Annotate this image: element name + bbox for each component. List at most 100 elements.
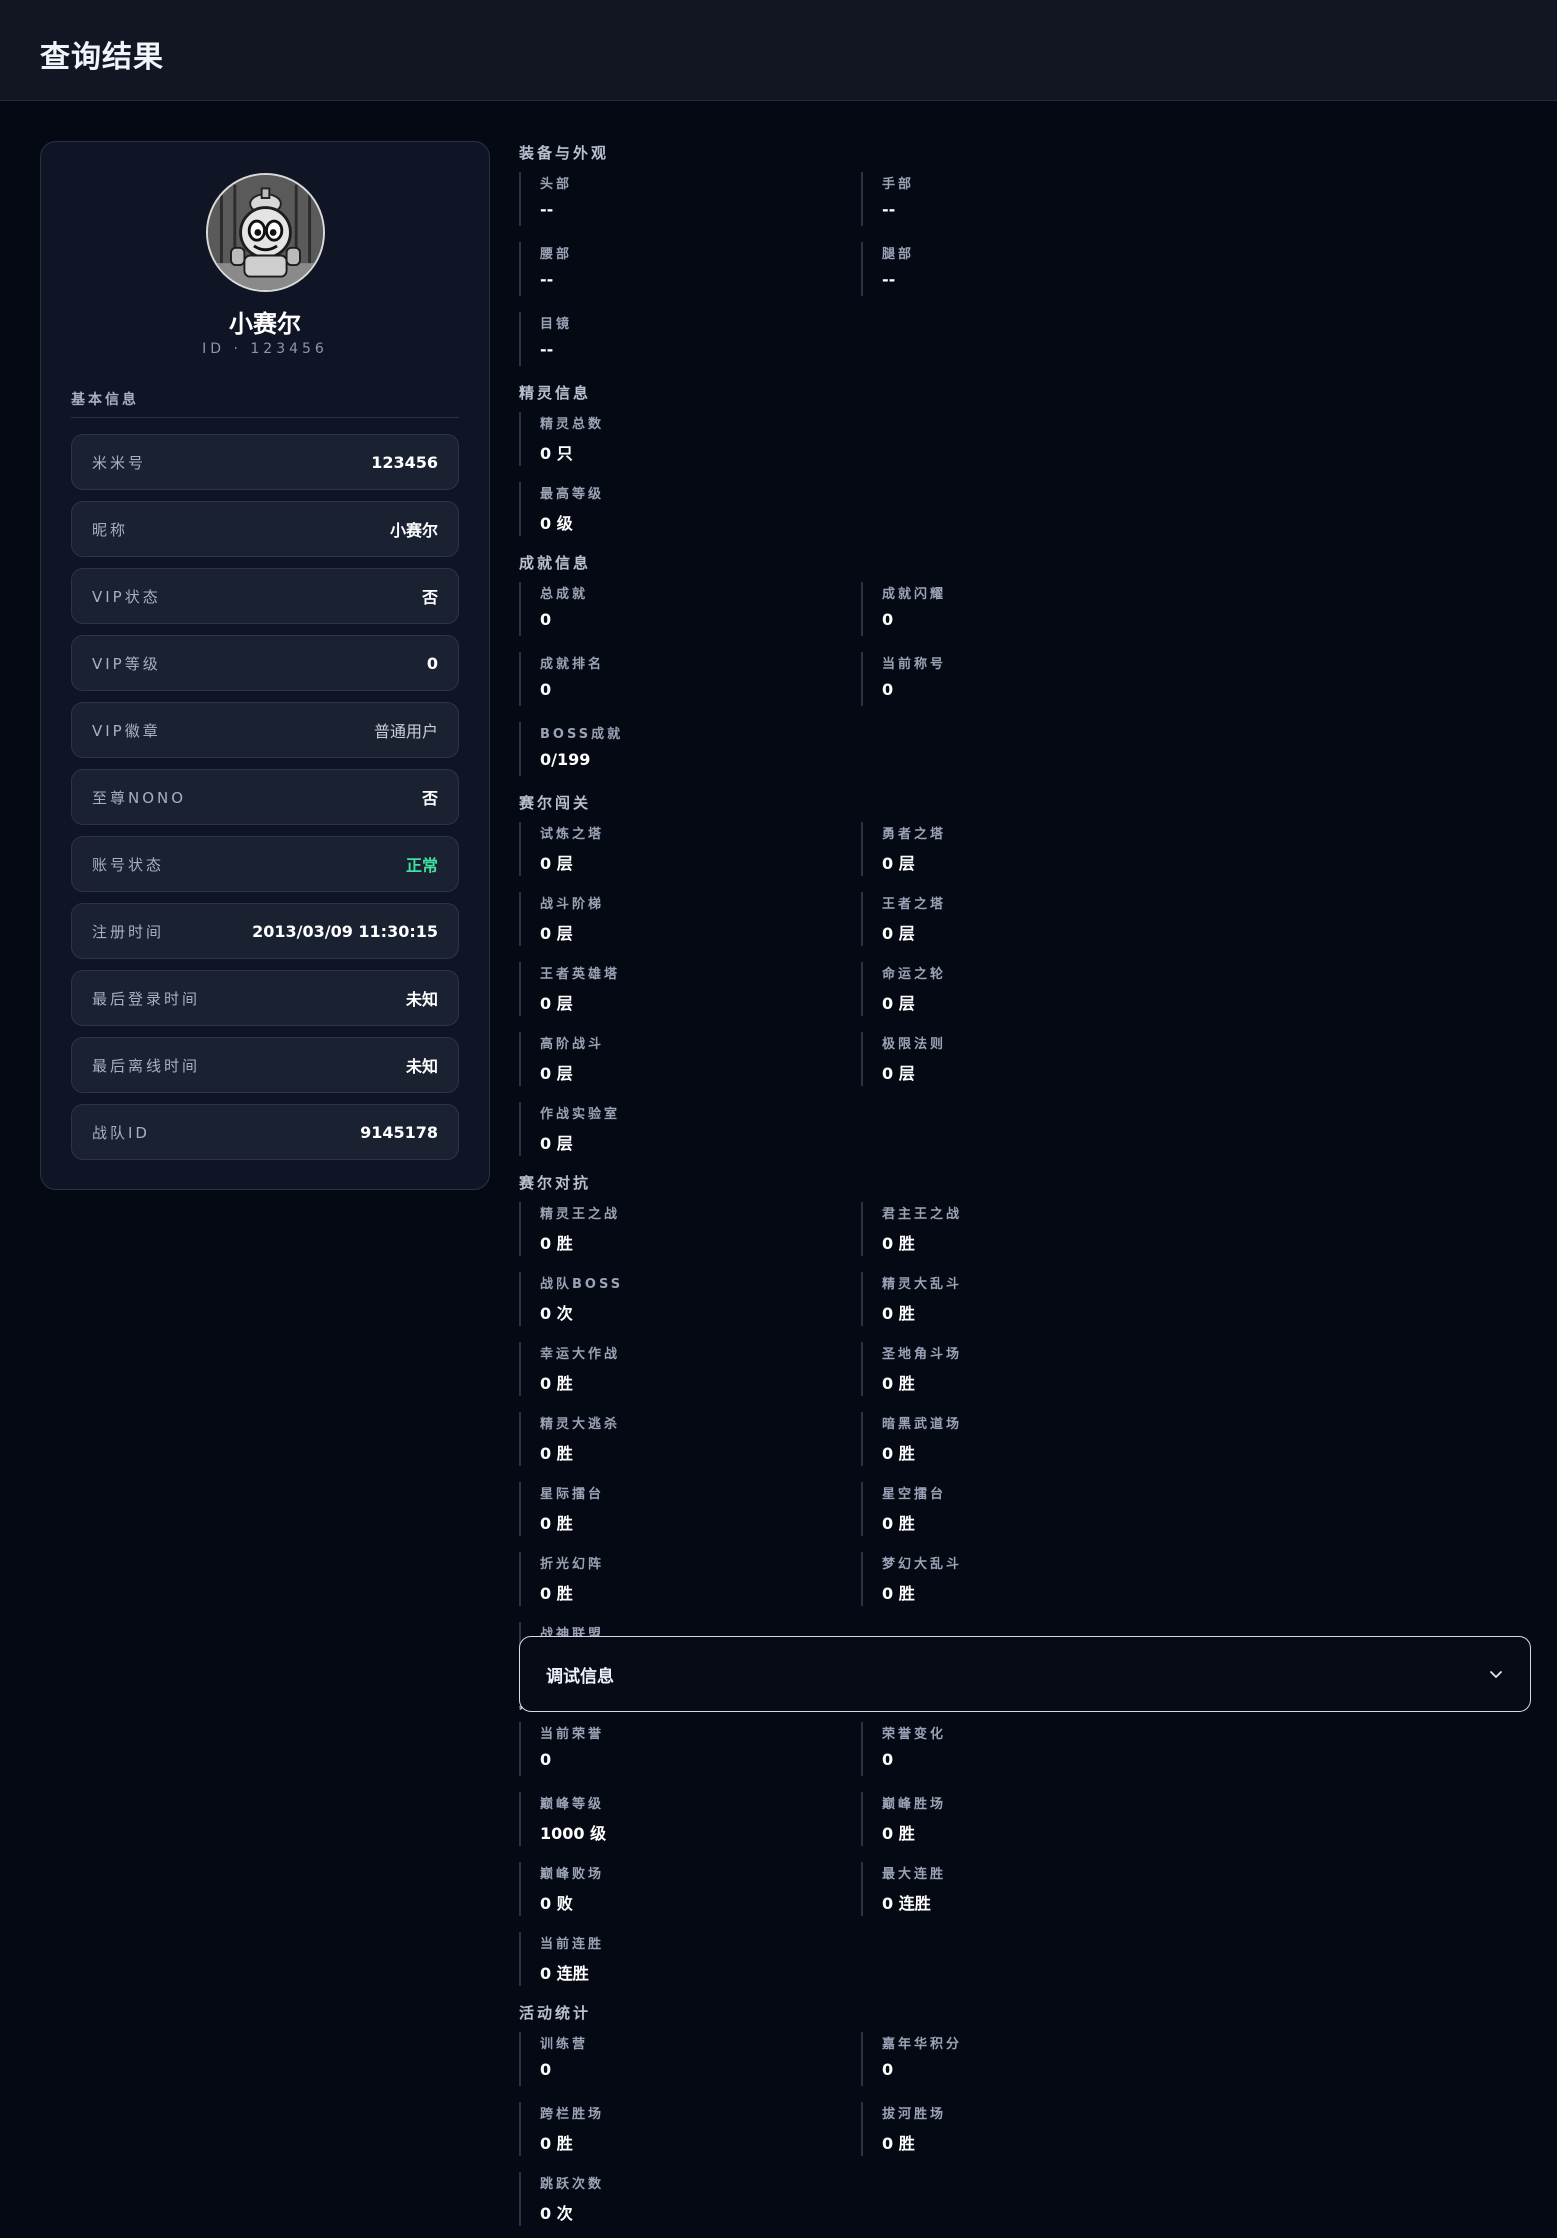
section-title: 赛尔对抗 [519,1174,592,1192]
stat-label: 当前称号 [882,657,947,672]
stat-item: 嘉年华积分 0 [861,2032,1203,2086]
info-row: 米米号 123456 [71,434,459,490]
stat-item: 荣誉变化 0 [861,1722,1203,1776]
stat-label: 君主王之战 [882,1207,963,1222]
stat-item: 星空擂台 0 胜 [861,1482,1203,1536]
stat-label: 荣誉变化 [882,1727,947,1742]
stat-item: 当前荣誉 0 [519,1722,861,1776]
stat-item: 梦幻大乱斗 0 胜 [861,1552,1203,1606]
stat-item: 巅峰胜场 0 胜 [861,1792,1203,1846]
stats-section: 赛尔对抗 精灵王之战 0 胜君主王之战 0 胜战队BOSS 0 次精灵大乱斗 0 胜幸运大… [519,1168,1531,1688]
stat-value: 0 胜 [540,1584,573,1603]
info-row: 战队ID 9145178 [71,1104,459,1160]
stat-value: 0 胜 [882,1234,915,1253]
stat-value: 0/199 [540,750,591,769]
stats-grid: 试炼之塔 0 层勇者之塔 0 层战斗阶梯 0 层王者之塔 0 层王者英雄塔 0 层命运之轮… [519,818,1531,1168]
stat-label: 巅峰胜场 [882,1797,947,1812]
stat-value: 0 只 [540,444,573,463]
stat-value: 0 层 [540,994,573,1013]
stat-item: 手部 -- [861,172,1203,226]
stat-label: 王者之塔 [882,897,947,912]
details-panel: 装备与外观 头部 -- 手部 -- 腰部 -- 腿部 -- 目镜 -- 精灵信息 精灵总数 0 只最高等级… [519,138,1531,2238]
stat-value: 0 胜 [882,1584,915,1603]
section-title: 装备与外观 [519,144,610,162]
stat-value: 0 层 [882,924,915,943]
stat-item: 最大连胜 0 连胜 [861,1862,1203,1916]
stat-label: 精灵大乱斗 [882,1277,963,1292]
stat-value: 0 级 [540,514,573,533]
stat-item: 战队BOSS 0 次 [519,1272,861,1326]
stats-grid: 精灵总数 0 只最高等级 0 级 [519,408,1531,548]
stat-label: 暗黑武道场 [882,1417,963,1432]
stat-item: 当前称号 0 [861,652,1203,706]
stat-item: 君主王之战 0 胜 [861,1202,1203,1256]
stat-label: 幸运大作战 [540,1347,621,1362]
stat-item: 腿部 -- [861,242,1203,296]
stat-label: 精灵总数 [540,417,605,432]
info-row: 最后登录时间 未知 [71,970,459,1026]
profile-name: 小赛尔 [229,310,301,338]
info-row-value: 小赛尔 [389,521,438,540]
stat-value: -- [882,200,896,219]
info-row: 账号状态 正常 [71,836,459,892]
stat-value: 0 胜 [882,1824,915,1843]
section-title: 活动统计 [519,2004,592,2022]
stat-label: 高阶战斗 [540,1037,605,1052]
top-bar: 查询结果 [0,0,1557,101]
stat-value: 0 败 [540,1894,573,1913]
stat-value: -- [540,270,554,289]
stat-item: 极限法则 0 层 [861,1032,1203,1086]
stat-label: 精灵王之战 [540,1207,621,1222]
stat-item: 幸运大作战 0 胜 [519,1342,861,1396]
stat-label: 巅峰等级 [540,1797,605,1812]
stat-value: 0 [882,680,894,699]
stat-label: 跳跃次数 [540,2177,605,2192]
stat-item: 精灵总数 0 只 [519,412,1033,466]
stat-label: 折光幻阵 [540,1557,605,1572]
section-title: 赛尔闯关 [519,794,592,812]
profile-card: 小赛尔 ID · 123456 基本信息 米米号 123456 昵称 小赛尔 VIP状态… [40,141,490,1190]
stat-value: 0 胜 [540,1374,573,1393]
stat-item: 巅峰等级 1000 级 [519,1792,861,1846]
stat-label: 成就排名 [540,657,605,672]
divider [71,417,459,418]
stat-item: 精灵大乱斗 0 胜 [861,1272,1203,1326]
stat-label: 成就闪耀 [882,587,947,602]
stat-label: 拔河胜场 [882,2107,947,2122]
stats-grid: 训练营 0 嘉年华积分 0 跨栏胜场 0 胜 拔河胜场 0 胜跳跃次数 0 次 [519,2028,1531,2238]
stat-item: 高阶战斗 0 层 [519,1032,861,1086]
stats-grid: 精灵王之战 0 胜君主王之战 0 胜战队BOSS 0 次精灵大乱斗 0 胜幸运大作战 0 … [519,1198,1531,1688]
info-row-value: 普通用户 [373,722,438,741]
stats-section: 装备与外观 头部 -- 手部 -- 腰部 -- 腿部 -- 目镜 -- [519,138,1531,378]
stat-value: -- [882,270,896,289]
stat-value: 0 胜 [882,1374,915,1393]
stat-value: 0 胜 [882,1444,915,1463]
stat-value: 0 胜 [540,1514,573,1533]
stat-value: 0 胜 [540,2134,573,2153]
stat-item: 当前连胜 0 连胜 [519,1932,861,1986]
info-row-value: 9145178 [360,1122,438,1142]
info-row: VIP徽章 普通用户 [71,702,459,758]
stat-item: 试炼之塔 0 层 [519,822,861,876]
info-row-label: 最后登录时间 [92,989,201,1008]
stats-section: 活动统计 训练营 0 嘉年华积分 0 跨栏胜场 0 胜 拔河胜场 0 胜跳跃次数 0 次 [519,1998,1531,2238]
debug-info-label: 调试信息 [546,1666,614,1687]
stats-section: 成就信息 总成就 0 成就闪耀 0 成就排名 0 当前称号 0 BOSS成就 0/199 [519,548,1531,788]
stat-label: 巅峰败场 [540,1867,605,1882]
stat-item: BOSS成就 0/199 [519,722,861,776]
info-row-value: 0 [426,653,438,673]
info-row-label: VIP状态 [92,587,161,606]
stat-value: 0 层 [882,1064,915,1083]
stat-item: 精灵王之战 0 胜 [519,1202,861,1256]
chevron-down-icon [1490,1671,1502,1678]
stat-label: 梦幻大乱斗 [882,1557,963,1572]
info-row: VIP状态 否 [71,568,459,624]
profile-id: ID · 123456 [202,341,328,357]
stat-label: 腰部 [540,247,573,262]
stat-item: 精灵大逃杀 0 胜 [519,1412,861,1466]
stat-item: 勇者之塔 0 层 [861,822,1203,876]
stat-item: 王者之塔 0 层 [861,892,1203,946]
stat-item: 最高等级 0 级 [519,482,1033,536]
debug-info-toggle[interactable]: 调试信息 [519,1636,1531,1712]
stat-item: 暗黑武道场 0 胜 [861,1412,1203,1466]
